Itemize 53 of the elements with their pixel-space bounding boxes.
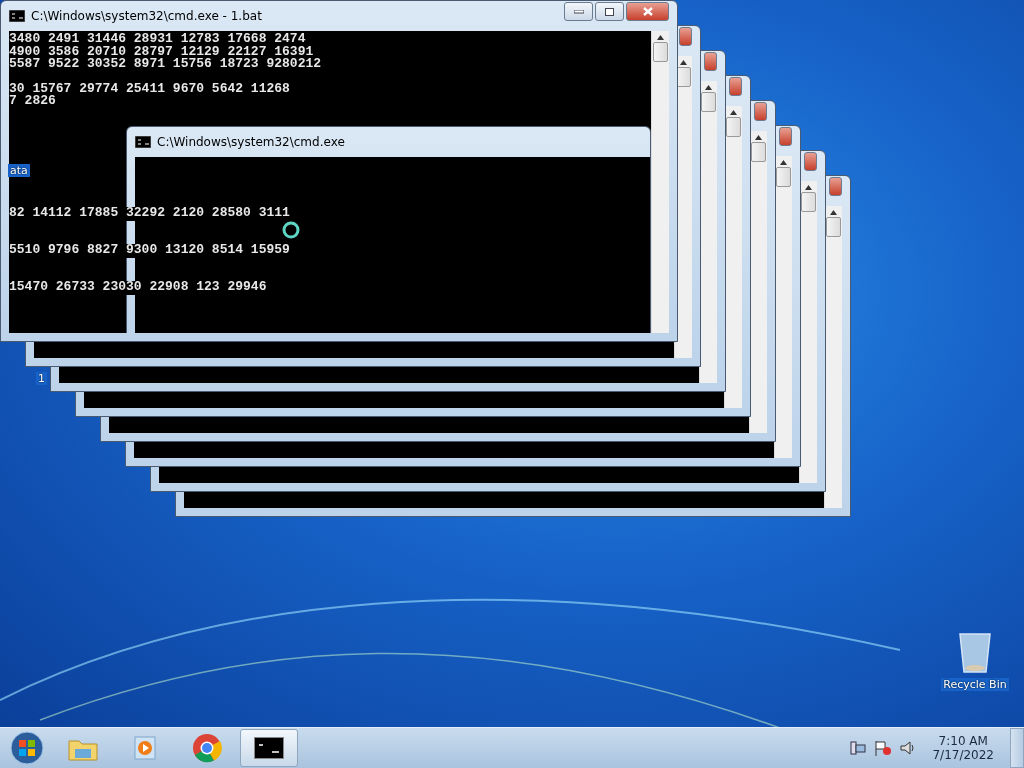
scroll-thumb[interactable] <box>726 117 741 137</box>
play-icon <box>132 735 158 761</box>
scroll-up-icon <box>657 35 664 40</box>
window-title: C:\Windows\system32\cmd.exe <box>157 135 346 149</box>
close-button[interactable] <box>779 127 792 146</box>
console-line: 7 2826 <box>9 95 57 108</box>
console-line: 5587 9522 30352 8971 15756 18723 9280212 <box>9 58 323 71</box>
minimize-button[interactable] <box>564 2 593 21</box>
scrollbar[interactable] <box>651 31 669 333</box>
scroll-up-icon <box>780 160 787 165</box>
console-icon <box>135 136 151 148</box>
close-button[interactable] <box>804 152 817 171</box>
clock[interactable]: 7:10 AM 7/17/2022 <box>924 734 1002 762</box>
close-button[interactable] <box>626 2 669 21</box>
speaker-icon[interactable] <box>900 740 917 756</box>
scroll-up-icon <box>830 210 837 215</box>
scroll-up-icon <box>705 85 712 90</box>
scroll-thumb[interactable] <box>776 167 791 187</box>
browser-icon <box>192 733 222 763</box>
console-icon <box>9 10 25 22</box>
console-line: 3480 2491 31446 28931 12783 17668 2474 <box>9 33 307 46</box>
close-button[interactable] <box>704 52 717 71</box>
show-desktop-button[interactable] <box>1010 728 1024 768</box>
busy-cursor-icon <box>282 221 300 239</box>
desktop-icon-label[interactable]: Recycle Bin <box>941 678 1009 691</box>
console-line: 30 15767 29774 25411 9670 5642 11268 <box>9 82 291 95</box>
window-title: C:\Windows\system32\cmd.exe - 1.bat <box>31 9 263 23</box>
terminal-icon <box>254 737 284 759</box>
scroll-thumb[interactable] <box>701 92 716 112</box>
scroll-up-icon <box>680 60 687 65</box>
scroll-up-icon <box>730 110 737 115</box>
scroll-thumb[interactable] <box>801 192 816 212</box>
taskbar-button[interactable] <box>240 729 298 767</box>
minimize-icon <box>573 9 584 14</box>
scroll-up-icon <box>805 185 812 190</box>
close-icon <box>642 7 653 16</box>
flag-error-icon[interactable] <box>874 740 893 756</box>
scroll-thumb[interactable] <box>653 42 668 62</box>
close-button[interactable] <box>829 177 842 196</box>
start-orb-icon <box>10 731 44 765</box>
close-button[interactable] <box>754 102 767 121</box>
maximize-icon <box>605 7 614 16</box>
desktop-icon-label[interactable]: 1 <box>36 372 47 385</box>
scroll-up-icon <box>755 135 762 140</box>
close-button[interactable] <box>679 27 692 46</box>
trash-bin-icon[interactable] <box>957 630 993 674</box>
scroll-thumb[interactable] <box>751 142 766 162</box>
scroll-thumb[interactable] <box>826 217 841 237</box>
close-button[interactable] <box>729 77 742 96</box>
console-line: 4900 3586 20710 28797 12129 22127 16391 <box>9 45 314 58</box>
maximize-button[interactable] <box>595 2 624 21</box>
network-icon[interactable] <box>850 740 867 756</box>
desktop-icon-label[interactable]: ata <box>8 164 30 177</box>
